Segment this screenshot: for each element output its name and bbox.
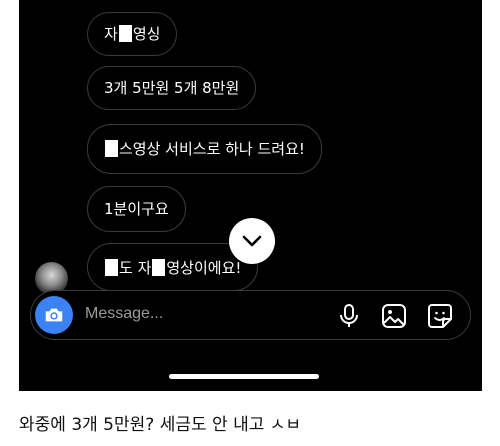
redaction-block (105, 259, 118, 276)
message-text: 영상이에요! (166, 259, 242, 277)
sticker-icon[interactable] (427, 303, 453, 329)
message-bubble: 자 영싱 (87, 12, 178, 56)
redaction-block (152, 259, 166, 276)
message-text: 자 (104, 25, 118, 43)
message-bubble: 스영상 서비스로 하나 드려요! (87, 124, 322, 174)
home-indicator (169, 374, 319, 379)
message-composer: Message... (30, 290, 471, 340)
redaction-block (105, 140, 118, 157)
gallery-icon[interactable] (381, 303, 407, 329)
message-text: 도 자 (119, 259, 152, 277)
message-bubble: 3개 5만원 5개 8만원 (87, 66, 257, 110)
scroll-down-button[interactable] (229, 218, 275, 264)
message-input[interactable]: Message... (85, 305, 163, 323)
chat-screen: 자 영싱 3개 5만원 5개 8만원 스영상 서비스로 하나 드려요! 1분이구요… (19, 0, 482, 391)
message-bubble: 1분이구요 (87, 186, 186, 232)
camera-icon (45, 308, 63, 322)
microphone-icon[interactable] (336, 303, 362, 329)
message-text: 영싱 (132, 25, 161, 43)
camera-button[interactable] (35, 296, 73, 334)
redaction-block (118, 25, 132, 42)
caption-text: 와중에 3개 5만원? 세금도 안 내고 ㅅㅂ (19, 415, 302, 435)
message-text: 1분이구요 (104, 200, 169, 218)
chevron-down-icon (242, 235, 262, 247)
message-text: 스영상 서비스로 하나 드려요! (119, 140, 305, 158)
message-text: 3개 5만원 5개 8만원 (104, 79, 240, 97)
